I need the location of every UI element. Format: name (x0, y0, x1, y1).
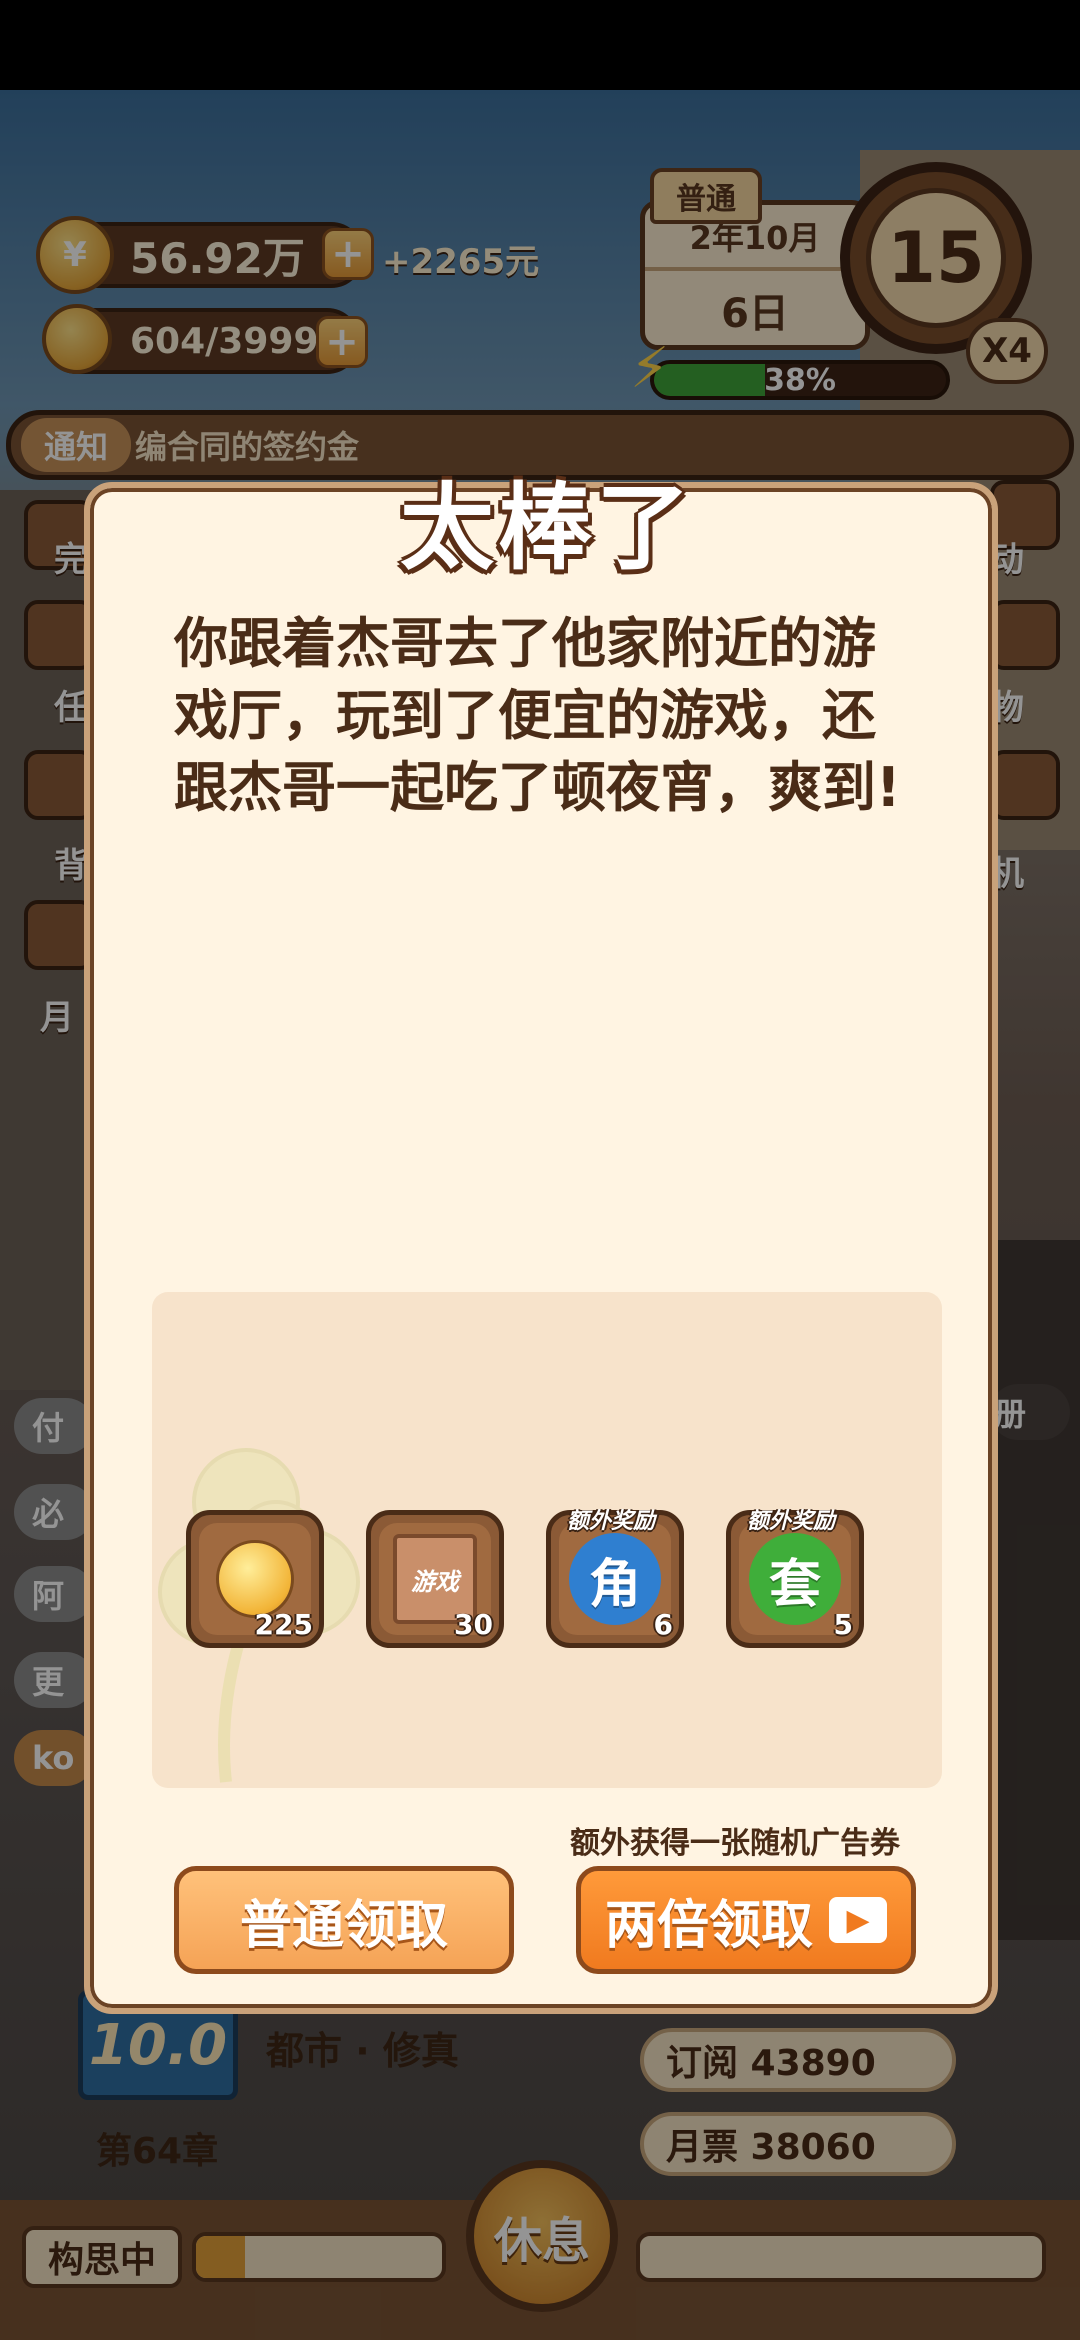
reward-count: 225 (254, 1608, 313, 1641)
idea-bulb-icon (216, 1540, 294, 1618)
reward-item[interactable]: 225 (186, 1510, 324, 1648)
reward-count: 6 (653, 1608, 673, 1641)
extra-note: 额外获得一张随机广告券 (570, 1826, 900, 1861)
reward-area: 225 游戏 30 角 额外奖励 6 套 额外奖励 5 (152, 1292, 942, 1788)
reward-item[interactable]: 游戏 30 (366, 1510, 504, 1648)
normal-claim-label: 普通领取 (239, 1895, 448, 1956)
reward-count: 30 (454, 1608, 493, 1641)
reward-item[interactable]: 套 额外奖励 5 (726, 1509, 864, 1648)
extra-reward-tag: 额外奖励 (567, 1509, 656, 1534)
reward-dialog: 太棒了 你跟着杰哥去了他家附近的游戏厅，玩到了便宜的游戏，还跟杰哥一起吃了顿夜宵… (84, 474, 998, 2014)
reward-count: 5 (833, 1608, 853, 1641)
double-claim-label: 两倍领取 (604, 1895, 813, 1956)
reward-item[interactable]: 角 额外奖励 6 (546, 1509, 684, 1648)
double-claim-button[interactable]: 两倍领取 ▶ (576, 1866, 916, 1974)
normal-claim-button[interactable]: 普通领取 (174, 1866, 514, 1974)
set-badge-icon: 套 (749, 1533, 841, 1625)
video-play-icon: ▶ (829, 1897, 887, 1943)
status-bar (0, 0, 1080, 90)
dialog-title: 太棒了 (399, 474, 694, 583)
story-text: 你跟着杰哥去了他家附近的游戏厅，玩到了便宜的游戏，还跟杰哥一起吃了顿夜宵，爽到! (174, 612, 901, 819)
role-badge-icon: 角 (569, 1533, 661, 1625)
extra-reward-tag: 额外奖励 (747, 1509, 836, 1534)
